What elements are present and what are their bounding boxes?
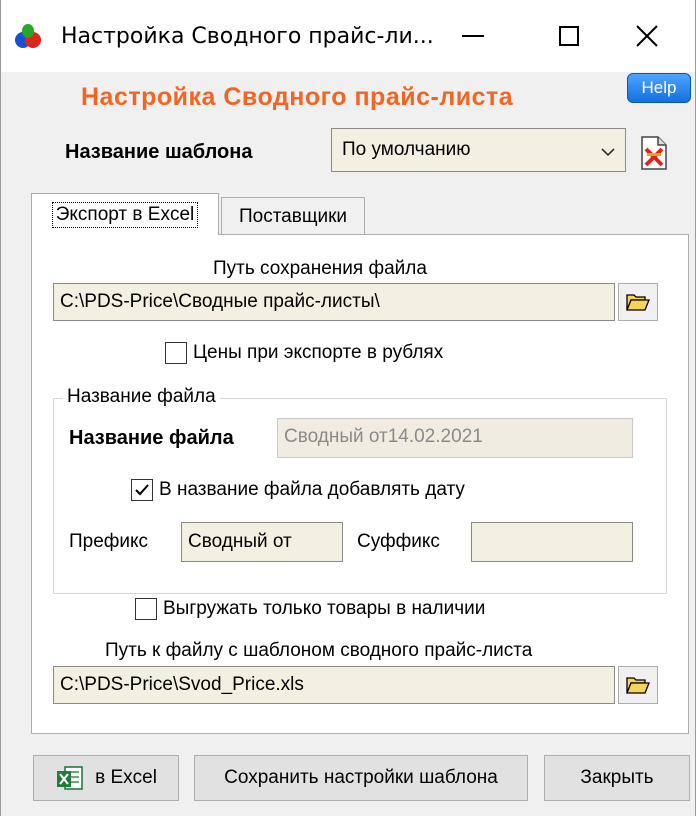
add-date-checkbox-label: В название файла добавлять дату xyxy=(159,479,465,500)
export-excel-label: в Excel xyxy=(95,767,157,788)
suffix-label: Суффикс xyxy=(357,531,440,552)
in-stock-checkbox-row[interactable]: Выгружать только товары в наличии xyxy=(135,598,485,620)
tab-export-excel[interactable]: Экспорт в Excel xyxy=(31,193,219,235)
in-stock-checkbox-label: Выгружать только товары в наличии xyxy=(163,598,486,619)
save-template-button[interactable]: Сохранить настройки шаблона xyxy=(194,755,528,801)
browse-template-path-button[interactable] xyxy=(618,666,658,704)
close-button[interactable]: Закрыть xyxy=(544,755,690,801)
template-name-label: Название шаблона xyxy=(65,141,253,163)
suffix-input[interactable] xyxy=(471,522,633,562)
export-excel-button[interactable]: в Excel xyxy=(33,755,179,801)
save-path-label: Путь сохранения файла xyxy=(213,258,427,279)
folder-open-icon xyxy=(626,294,650,311)
folder-open-icon xyxy=(626,677,650,694)
save-path-input[interactable]: C:\PDS-Price\Сводные прайс-листы\ xyxy=(53,283,615,321)
minimize-button[interactable] xyxy=(425,0,521,72)
template-settings-icon[interactable] xyxy=(634,133,674,173)
prefix-label: Префикс xyxy=(69,531,149,552)
browse-save-path-button[interactable] xyxy=(618,283,658,321)
tab-suppliers-label: Поставщики xyxy=(238,205,348,227)
title-bar[interactable]: Настройка Сводного прайс-ли... xyxy=(1,0,695,72)
maximize-icon xyxy=(559,26,579,46)
tab-suppliers[interactable]: Поставщики xyxy=(221,197,365,235)
template-path-input[interactable]: C:\PDS-Price\Svod_Price.xls xyxy=(53,666,615,704)
template-path-label: Путь к файлу с шаблоном сводного прайс-л… xyxy=(105,640,533,661)
tab-export-excel-label: Экспорт в Excel xyxy=(51,201,199,228)
add-date-checkbox[interactable] xyxy=(131,479,153,501)
window-title: Настройка Сводного прайс-ли... xyxy=(61,24,434,49)
close-icon xyxy=(636,25,658,47)
minimize-icon xyxy=(462,35,484,37)
filename-input: Сводный от14.02.2021 xyxy=(277,418,633,458)
excel-icon xyxy=(57,766,83,790)
template-select[interactable]: По умолчанию xyxy=(331,128,626,172)
rubles-checkbox-label: Цены при экспорте в рублях xyxy=(193,342,444,363)
add-date-checkbox-row[interactable]: В название файла добавлять дату xyxy=(131,479,465,501)
page-title: Настройка Сводного прайс-листа xyxy=(81,83,514,111)
filename-label: Название файла xyxy=(69,427,234,449)
close-window-button[interactable] xyxy=(599,0,695,72)
settings-window: Настройка Сводного прайс-ли... Настройка… xyxy=(0,0,696,816)
chevron-down-icon xyxy=(601,148,615,157)
prefix-input[interactable]: Сводный от xyxy=(181,522,343,562)
rubles-checkbox-row[interactable]: Цены при экспорте в рублях xyxy=(165,342,443,364)
help-button[interactable]: Help xyxy=(627,73,691,103)
filename-group-title: Название файла xyxy=(63,386,220,408)
checkmark-icon xyxy=(135,484,149,496)
app-icon xyxy=(15,24,41,48)
template-select-value: По умолчанию xyxy=(342,139,471,160)
in-stock-checkbox[interactable] xyxy=(135,598,157,620)
rubles-checkbox[interactable] xyxy=(165,342,187,364)
